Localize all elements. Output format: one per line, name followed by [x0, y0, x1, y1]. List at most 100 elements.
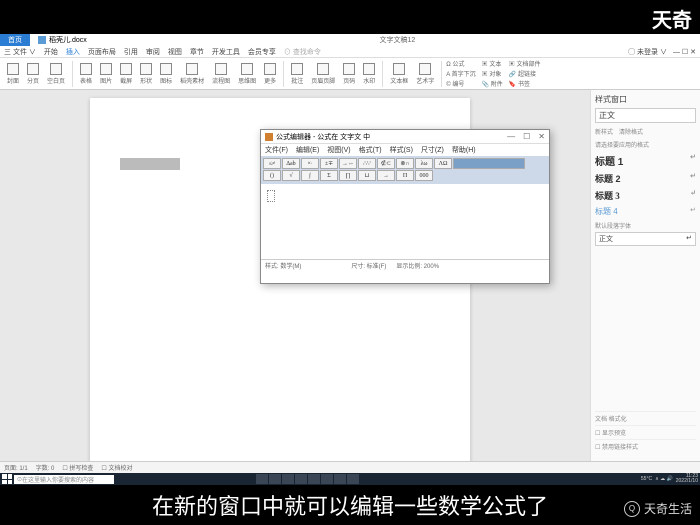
tb-app6[interactable]: [321, 474, 333, 484]
rt-file[interactable]: 三 文件 ∨: [4, 47, 36, 57]
sb-spell[interactable]: ☐ 拼写检查: [62, 463, 93, 472]
eq-close[interactable]: ✕: [538, 132, 545, 141]
eq-s-embel[interactable]: ×∙: [301, 158, 319, 169]
eq-m-help[interactable]: 帮助(H): [452, 145, 476, 155]
rb-bookmark[interactable]: 🔖 书签: [509, 79, 541, 88]
rb-dropcap[interactable]: A 首字下沉: [446, 69, 475, 78]
eq-s-rel[interactable]: ≤≠: [263, 158, 281, 169]
eq-t-frac[interactable]: √: [282, 170, 300, 181]
eq-s-misc[interactable]: ⊗∩: [396, 158, 414, 169]
rt-dev[interactable]: 开发工具: [212, 47, 240, 57]
rb-asset[interactable]: 稻壳素材: [177, 62, 207, 86]
sp-h3[interactable]: 标题 3↵: [595, 187, 696, 204]
eq-t-fence[interactable]: (): [263, 170, 281, 181]
eq-m-format[interactable]: 格式(T): [359, 145, 382, 155]
sp-newstyle[interactable]: 新样式: [595, 127, 613, 136]
eq-m-view[interactable]: 视图(V): [327, 145, 350, 155]
rb-blank[interactable]: 空白页: [44, 62, 68, 86]
eq-t-subsup[interactable]: ∫: [301, 170, 319, 181]
rb-icon[interactable]: 图标: [157, 62, 175, 86]
eq-m-edit[interactable]: 编辑(E): [296, 145, 319, 155]
sb-doc[interactable]: ☐ 文档校对: [101, 463, 132, 472]
eq-s-set[interactable]: ∉⊂: [377, 158, 395, 169]
eq-s-greek-u[interactable]: ΛΩ: [434, 158, 452, 169]
sp-h2[interactable]: 标题 2↵: [595, 170, 696, 187]
eq-max[interactable]: ☐: [523, 132, 530, 141]
eq-s-space[interactable]: ∆ab: [282, 158, 300, 169]
document-tab[interactable]: 稻壳儿.docx: [30, 34, 95, 46]
eq-t-arrow[interactable]: →: [377, 170, 395, 181]
rb-mind[interactable]: 思维图: [235, 62, 259, 86]
tb-app3[interactable]: [282, 474, 294, 484]
eq-s-greek-l[interactable]: λω: [415, 158, 433, 169]
eq-t-prod[interactable]: Π: [396, 170, 414, 181]
rb-number[interactable]: © 编号: [446, 79, 475, 88]
tb-app2[interactable]: [269, 474, 281, 484]
rb-header[interactable]: 页眉页脚: [308, 62, 338, 86]
rb-attach[interactable]: 📎 附件: [482, 79, 503, 88]
rb-wordart[interactable]: 艺术字: [413, 62, 437, 86]
eq-s-op[interactable]: ±∓: [320, 158, 338, 169]
sp-f1[interactable]: 文档 格式化: [595, 411, 696, 425]
eq-s-logic[interactable]: ∴∵: [358, 158, 376, 169]
rt-chapter[interactable]: 章节: [190, 47, 204, 57]
tb-app4[interactable]: [295, 474, 307, 484]
sp-f3[interactable]: ☐ 禁用链接样式: [595, 439, 696, 453]
rb-pic[interactable]: 图片: [97, 62, 115, 86]
sp-current-style[interactable]: 正文: [595, 108, 696, 123]
user-status[interactable]: ◯ 未登录 ∨: [628, 47, 667, 57]
sp-h1[interactable]: 标题 1↵: [595, 151, 696, 170]
rb-watermark[interactable]: 水印: [360, 62, 378, 86]
rt-insert[interactable]: 插入: [66, 47, 80, 57]
rb-table[interactable]: 表格: [77, 62, 95, 86]
rb-more[interactable]: 更多: [261, 62, 279, 86]
eq-m-style[interactable]: 样式(S): [390, 145, 413, 155]
rb-docpart[interactable]: ▣ 文档部件: [509, 59, 541, 68]
rb-comment[interactable]: 批注: [288, 62, 306, 86]
sb-page[interactable]: 页面: 1/1: [4, 463, 28, 472]
rt-review[interactable]: 审阅: [146, 47, 160, 57]
eq-s-extra[interactable]: [453, 158, 525, 169]
tb-app1[interactable]: [256, 474, 268, 484]
rb-object[interactable]: ▣ 对象: [482, 69, 503, 78]
rb-screenshot[interactable]: 截屏: [117, 62, 135, 86]
tb-app7[interactable]: [334, 474, 346, 484]
start-button[interactable]: [2, 474, 12, 484]
rt-vip[interactable]: 会员专享: [248, 47, 276, 57]
win-controls[interactable]: — ☐ ✕: [673, 48, 696, 56]
sp-default-para[interactable]: 默认段落字体: [595, 221, 696, 230]
sp-body-style[interactable]: 正文↵: [595, 232, 696, 246]
eq-t-bar[interactable]: ⊔: [358, 170, 376, 181]
tb-app5[interactable]: [308, 474, 320, 484]
rb-flow[interactable]: 流程图: [209, 62, 233, 86]
sp-h4[interactable]: 标题 4↵: [595, 204, 696, 219]
sp-f2[interactable]: ☐ 显示预览: [595, 425, 696, 439]
rb-cover[interactable]: 封面: [4, 62, 22, 86]
rb-text[interactable]: ▣ 文本: [482, 59, 503, 68]
eq-s-arrow[interactable]: →⇔: [339, 158, 357, 169]
rb-shape[interactable]: 形状: [137, 62, 155, 86]
rt-start[interactable]: 开始: [44, 47, 58, 57]
eq-titlebar[interactable]: 公式编辑器 - 公式在 文字文 中 — ☐ ✕: [261, 130, 549, 144]
eq-t-matrix[interactable]: 000: [415, 170, 433, 181]
home-tab[interactable]: 首页: [0, 34, 30, 46]
eq-t-sum[interactable]: Σ: [320, 170, 338, 181]
tb-app8[interactable]: [347, 474, 359, 484]
rb-pagenum[interactable]: 页码: [340, 62, 358, 86]
rb-break[interactable]: 分页: [24, 62, 42, 86]
eq-t-int[interactable]: ∏: [339, 170, 357, 181]
rt-layout[interactable]: 页面布局: [88, 47, 116, 57]
eq-min[interactable]: —: [507, 132, 515, 141]
rb-textbox[interactable]: 文本框: [387, 62, 411, 86]
system-tray[interactable]: 55°C ∧ ☁ 🔊 11:232022/1/10: [641, 474, 698, 484]
taskbar-search[interactable]: ⊙ 在这里输入你要搜索的内容: [14, 475, 114, 484]
rb-hyperlink[interactable]: 🔗 超链接: [509, 69, 541, 78]
rt-view[interactable]: 视图: [168, 47, 182, 57]
eq-m-size[interactable]: 尺寸(Z): [421, 145, 444, 155]
search-box[interactable]: ⊙ 查找命令: [284, 47, 321, 57]
sp-clear[interactable]: 清除格式: [619, 127, 643, 136]
eq-edit-area[interactable]: [261, 184, 549, 259]
rb-formula[interactable]: Ω 公式: [446, 59, 475, 68]
rt-ref[interactable]: 引用: [124, 47, 138, 57]
sb-words[interactable]: 字数: 0: [36, 463, 55, 472]
